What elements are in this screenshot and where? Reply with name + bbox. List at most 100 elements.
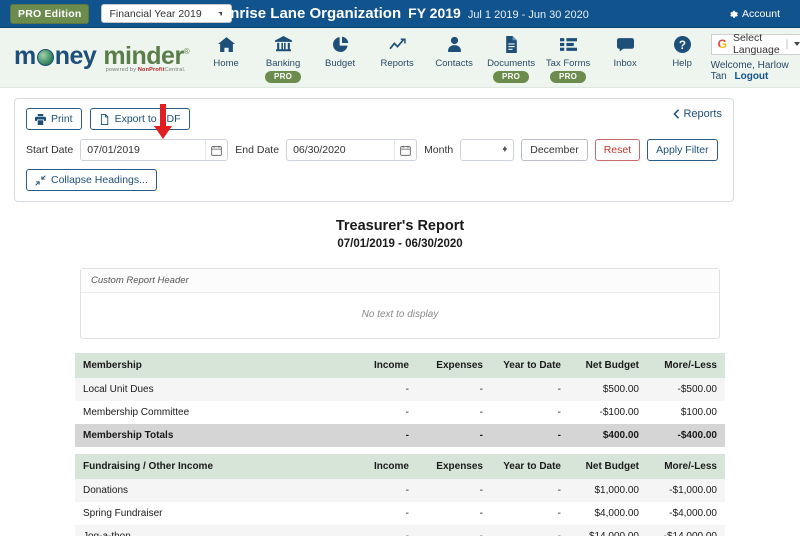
main-navigation-bar: m ney minder ® powered by NonProfitCentr… <box>0 28 800 88</box>
section-title: Membership <box>75 353 343 378</box>
page-title: Treasurer's Report <box>335 218 465 234</box>
row-net-budget: $1,000.00 <box>569 479 647 502</box>
totals-ytd: - <box>491 424 569 447</box>
inbox-icon <box>616 34 634 55</box>
tagline-brand: NonProfit <box>137 67 165 73</box>
collapse-headings-button[interactable]: Collapse Headings... <box>26 169 157 191</box>
start-date-label: Start Date <box>26 144 74 156</box>
back-to-reports-link[interactable]: Reports <box>673 108 722 120</box>
nav-item-inbox[interactable]: Inbox <box>597 34 654 69</box>
nav-item-reports[interactable]: Reports <box>369 34 426 69</box>
row-more-less: -$14,000.00 <box>647 525 725 536</box>
custom-report-header-label: Custom Report Header <box>81 269 719 293</box>
pro-edition-badge: PRO Edition <box>10 3 90 24</box>
month-select[interactable]: ▲ ▼ <box>460 139 515 161</box>
column-header-year-to-date: Year to Date <box>491 353 569 378</box>
row-income: - <box>343 401 417 424</box>
column-header-net-budget: Net Budget <box>569 353 647 378</box>
logo-trademark: ® <box>183 47 190 56</box>
list-icon <box>559 34 577 55</box>
calendar-icon[interactable] <box>205 140 227 160</box>
nav-pro-badge-banking: PRO <box>264 70 302 83</box>
nav-pro-badge-tax-forms: PRO <box>549 70 587 83</box>
row-more-less: -$4,000.00 <box>647 502 725 525</box>
december-button[interactable]: December <box>521 139 588 161</box>
column-header-year-to-date: Year to Date <box>491 454 569 479</box>
table-row: Jog-a-thon - - - $14,000.00 -$14,000.00 <box>75 525 725 536</box>
totals-income: - <box>343 424 417 447</box>
moneyminder-logo[interactable]: m ney minder ® powered by NonProfitCentr… <box>10 42 190 73</box>
filter-row: Start Date End Date Month ▲▼ Decemb <box>26 139 722 161</box>
row-more-less: -$1,000.00 <box>647 479 725 502</box>
row-expenses: - <box>417 525 491 536</box>
end-date-input[interactable] <box>287 144 395 156</box>
custom-report-header-panel: Custom Report Header No text to display <box>80 268 720 339</box>
start-date-field[interactable] <box>80 139 229 161</box>
apply-filter-button[interactable]: Apply Filter <box>647 139 718 161</box>
nav-item-banking[interactable]: Banking PRO <box>255 34 312 83</box>
nav-label-inbox: Inbox <box>613 57 637 69</box>
section-header-membership: Membership Income Expenses Year to Date … <box>75 353 725 378</box>
totals-row-membership: Membership Totals - - - $400.00 -$400.00 <box>75 424 725 447</box>
reset-button[interactable]: Reset <box>594 139 641 161</box>
export-to-pdf-label: Export to PDF <box>114 113 181 125</box>
printer-icon <box>35 113 46 125</box>
row-income: - <box>343 479 417 502</box>
fiscal-year-label: FY 2019 <box>408 5 461 21</box>
logo-tagline: powered by NonProfitCentral. <box>14 67 190 73</box>
column-header-expenses: Expenses <box>417 454 491 479</box>
month-label: Month <box>424 144 454 156</box>
logout-link[interactable]: Logout <box>735 71 769 82</box>
tagline-suffix: Central. <box>164 67 186 73</box>
row-expenses: - <box>417 378 491 401</box>
nav-item-help[interactable]: ? Help <box>654 34 711 69</box>
row-label: Membership Committee <box>75 401 343 424</box>
nav-item-home[interactable]: Home <box>198 34 255 69</box>
report-filter-panel: Reports Print Export to PDF Start Date 0… <box>14 98 734 202</box>
row-ytd: - <box>491 378 569 401</box>
custom-report-header-empty-text: No text to display <box>361 309 439 320</box>
row-expenses: - <box>417 502 491 525</box>
collapse-row: Collapse Headings... <box>26 169 722 191</box>
row-ytd: - <box>491 502 569 525</box>
print-button[interactable]: Print <box>26 108 82 130</box>
row-ytd: - <box>491 525 569 536</box>
account-label: Account <box>742 7 780 20</box>
end-date-field[interactable] <box>286 139 418 161</box>
back-to-reports-label: Reports <box>683 108 722 120</box>
apply-filter-label: Apply Filter <box>656 144 709 156</box>
pie-chart-icon <box>332 34 349 55</box>
column-header-more-less: More/-Less <box>647 454 725 479</box>
export-to-pdf-button[interactable]: Export to PDF <box>89 108 190 130</box>
nav-label-tax-forms: Tax Forms <box>545 57 591 69</box>
calendar-icon[interactable] <box>394 140 416 160</box>
coin-icon <box>36 49 54 66</box>
nav-label-documents: Documents <box>487 57 536 69</box>
chevron-down-icon <box>794 42 800 46</box>
column-header-net-budget: Net Budget <box>569 454 647 479</box>
row-net-budget: -$100.00 <box>569 401 647 424</box>
collapse-headings-label: Collapse Headings... <box>51 174 148 186</box>
treasurer-report-table: Membership Income Expenses Year to Date … <box>75 353 725 536</box>
language-selector[interactable]: G Select Language | <box>710 32 800 56</box>
divider: | <box>785 38 789 50</box>
start-date-input[interactable] <box>81 144 206 156</box>
nav-item-documents[interactable]: Documents PRO <box>483 34 540 83</box>
account-link[interactable]: Account <box>728 8 790 20</box>
google-icon: G <box>717 37 727 51</box>
table-row: Donations - - - $1,000.00 -$1,000.00 <box>75 479 725 502</box>
nav-item-budget[interactable]: Budget <box>312 34 369 69</box>
nav-item-contacts[interactable]: Contacts <box>426 34 483 69</box>
gear-icon <box>728 9 738 19</box>
row-expenses: - <box>417 401 491 424</box>
nav-item-tax-forms[interactable]: Tax Forms PRO <box>540 34 597 83</box>
spinner-icon: ▲ ▼ <box>501 145 509 154</box>
table-row: Spring Fundraiser - - - $4,000.00 -$4,00… <box>75 502 725 525</box>
december-label: December <box>530 144 579 156</box>
nav-label-contacts: Contacts <box>435 57 473 69</box>
financial-year-select[interactable]: Financial Year 2019 <box>101 4 232 23</box>
row-net-budget: $500.00 <box>569 378 647 401</box>
table-row: Membership Committee - - - -$100.00 $100… <box>75 401 725 424</box>
totals-label: Membership Totals <box>75 424 343 447</box>
print-label: Print <box>51 113 73 125</box>
